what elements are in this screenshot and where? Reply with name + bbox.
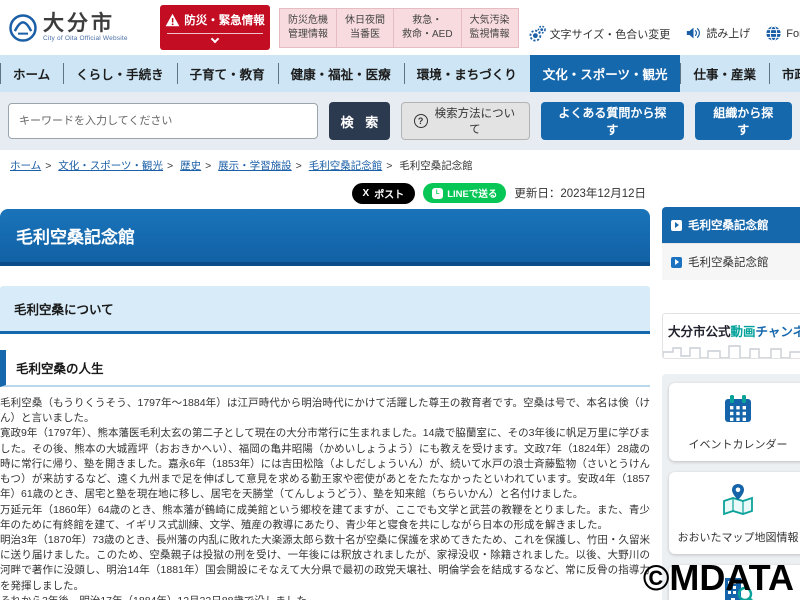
nav-item-health[interactable]: 健康・福祉・医療 [277,55,404,92]
search-input[interactable] [8,103,319,139]
nav-item-childcare[interactable]: 子育て・教育 [176,55,278,92]
quick-link-air-pollution[interactable]: 大気汚染 監視情報 [460,7,519,48]
nav-item-home[interactable]: ホーム [0,55,63,92]
site-subtitle: City of Oita Official Website [43,35,128,43]
city-skyline-icon [663,345,800,358]
quick-links: 防災危機 管理情報 休日夜間 当番医 救急・ 救命・AED 大気汚染 監視情報 [279,7,519,48]
sidebar-menu-header[interactable]: 毛利空桑記念館 [662,207,800,243]
site-title: 大分市 [43,11,115,35]
search-help-button[interactable]: ? 検索方法について [400,102,531,140]
body-paragraph: 寛政9年（1797年）、熊本藩医毛利太玄の第二子として現在の大分市常行に生まれま… [0,427,650,501]
quick-link-disaster-info[interactable]: 防災危機 管理情報 [279,7,337,48]
search-button[interactable]: 検 索 [329,102,390,140]
nav-item-living[interactable]: くらし・手続き [63,55,177,92]
chevron-down-icon [210,34,220,44]
nav-item-culture-sports-tourism[interactable]: 文化・スポーツ・観光 [529,55,681,92]
calendar-icon [725,395,751,422]
map-pin-icon [723,484,753,516]
video-channel-banner[interactable]: 大分市公式動画チャンネル [662,313,800,359]
quick-link-emergency-aed[interactable]: 救急・ 救命・AED [393,7,462,48]
event-calendar-card[interactable]: イベントカレンダー [669,383,800,461]
main-navigation: ホーム くらし・手続き 子育て・教育 健康・福祉・医療 環境・まちづくり 文化・… [0,55,800,92]
faq-search-button[interactable]: よくある質問から探す [541,102,684,140]
body-paragraph: 毛利空桑（もうりくうそう、1797年～1884年）は江戸時代から明治時代にかけて… [0,397,650,425]
body-paragraph: 明治3年（1870年）73歳のとき、長州藩の内乱に敗れた大楽源太郎ら数十名が空桑… [0,533,650,592]
breadcrumb-history[interactable]: 歴史 [180,160,201,172]
breadcrumb: ホーム > 文化・スポーツ・観光 > 歴史 > 展示・学習施設 > 毛利空桑記念館 > 毛… [10,160,473,172]
emergency-label: 防災・緊急情報 [184,15,265,27]
site-logo[interactable]: 大分市 City of Oita Official Website [8,11,150,43]
globe-icon [766,25,781,42]
breadcrumb-memorial[interactable]: 毛利空桑記念館 [309,160,383,172]
warning-icon [165,13,180,27]
quick-link-holiday-doctor[interactable]: 休日夜間 当番医 [336,7,394,48]
oita-map-card[interactable]: おおいたマップ地図情報 [669,472,800,554]
search-bar: 検 索 ? 検索方法について よくある質問から探す 組織から探す [0,92,800,150]
sidebar: 毛利空桑記念館 毛利空桑記念館 大分市公式動画チャンネル [662,207,800,600]
breadcrumb-facilities[interactable]: 展示・学習施設 [218,160,292,172]
page-title: 毛利空桑記念館 [0,209,650,266]
nav-item-environment[interactable]: 環境・まちづくり [403,55,530,92]
org-search-button[interactable]: 組織から探す [694,102,792,140]
watermark: ©MDATA [642,557,794,598]
x-icon: X [362,187,370,199]
foreign-language-button[interactable]: Foreign Language [765,25,800,42]
line-icon: L [432,187,444,199]
x-post-button[interactable]: X ポスト [351,182,416,204]
nav-item-work[interactable]: 仕事・産業 [680,55,769,92]
sidebar-menu-item-memorial[interactable]: 毛利空桑記念館 [662,243,800,280]
arrow-right-icon [671,256,682,268]
read-aloud-button[interactable]: 読み上げ [685,25,750,41]
breadcrumb-home[interactable]: ホーム [10,160,41,172]
content-area: X ポスト L LINEで送る 更新日：2023年12月12日 毛利空桑記念館 … [0,179,800,600]
emergency-info-button[interactable]: 防災・緊急情報 [160,5,270,50]
question-circle-icon: ? [413,114,428,128]
oita-city-emblem-icon [9,13,37,42]
section-header-about: 毛利空桑について [0,286,650,334]
body-paragraph: 万延元年（1860年）64歳のとき、熊本藩が鶴崎に成美館という郷校を建てますが、… [0,503,650,531]
body-paragraph: それから3年後、明治17年（1884年）12月22日88歳で没しました。 [0,594,650,600]
breadcrumb-current: 毛利空桑記念館 [399,160,473,172]
line-share-button[interactable]: L LINEで送る [423,183,507,203]
share-row: X ポスト L LINEで送る 更新日：2023年12月12日 [0,181,646,205]
arrow-right-icon [671,219,682,231]
speaker-icon [687,27,701,39]
page: 大分市 City of Oita Official Website 防災・緊急情… [0,0,800,600]
breadcrumb-culture[interactable]: 文化・スポーツ・観光 [58,160,163,172]
updated-date: 更新日：2023年12月12日 [514,188,646,200]
main-column: X ポスト L LINEで送る 更新日：2023年12月12日 毛利空桑記念館 … [0,179,650,600]
gear-icon [529,25,546,42]
utility-menu: 文字サイズ・色合い変更 読み上げ Foreign Language [529,13,800,42]
nav-item-city-government[interactable]: 市政情報 [768,55,800,92]
subsection-header-life: 毛利空桑の人生 [0,350,650,387]
font-size-color-button[interactable]: 文字サイズ・色合い変更 [529,25,670,42]
top-utility-bar: 大分市 City of Oita Official Website 防災・緊急情… [0,0,800,55]
